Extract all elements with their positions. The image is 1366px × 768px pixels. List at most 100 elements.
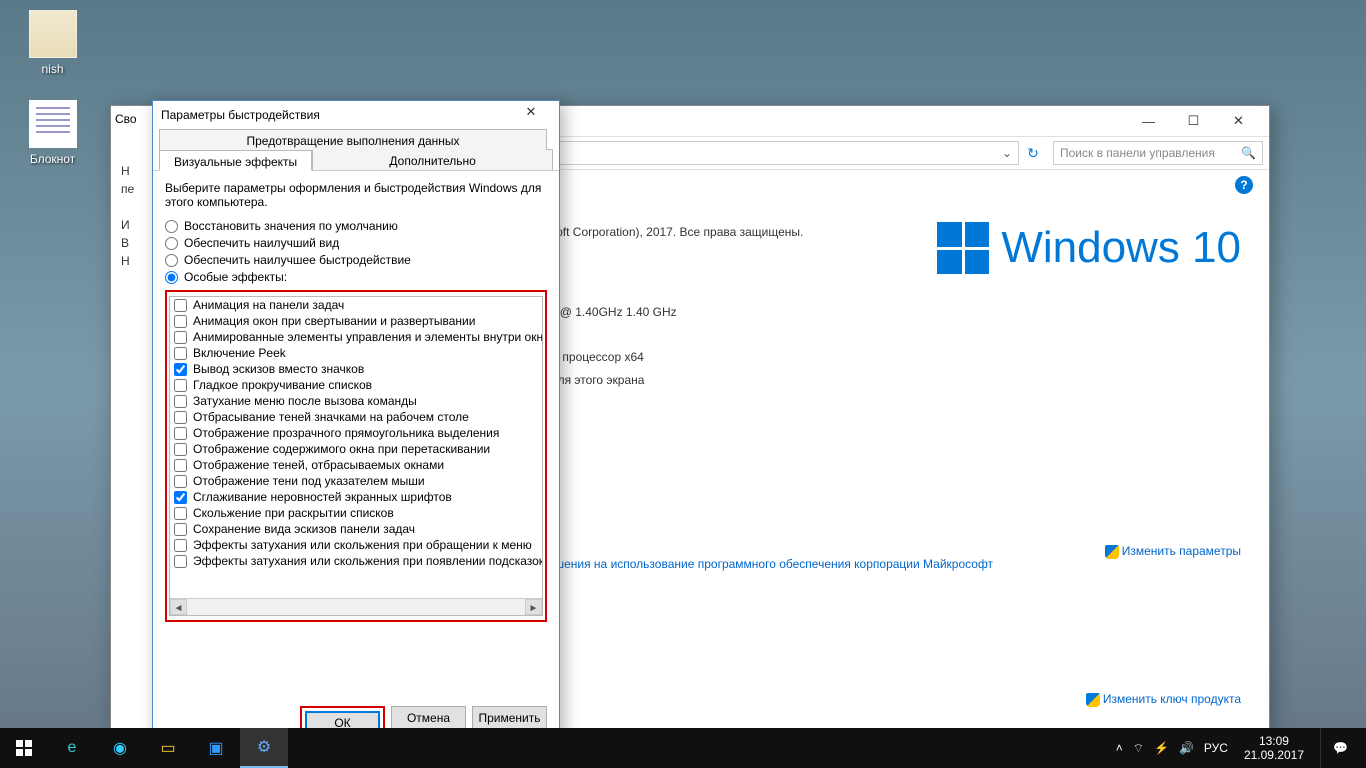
effect-label: Гладкое прокручивание списков bbox=[193, 378, 372, 392]
effect-item[interactable]: Анимация окон при свертывании и разверты… bbox=[170, 313, 542, 329]
desktop-icon-nish[interactable]: nish bbox=[15, 10, 90, 76]
taskbar-explorer[interactable]: ▭ bbox=[144, 728, 192, 768]
effect-item[interactable]: Отображение теней, отбрасываемых окнами bbox=[170, 457, 542, 473]
perf-radio-option[interactable]: Восстановить значения по умолчанию bbox=[165, 219, 547, 233]
perf-title: Параметры быстродействия bbox=[161, 108, 320, 122]
effect-label: Эффекты затухания или скольжения при обр… bbox=[193, 538, 532, 552]
tray-clock[interactable]: 13:09 21.09.2017 bbox=[1238, 734, 1310, 763]
effect-label: Отображение тени под указателем мыши bbox=[193, 474, 425, 488]
dropdown-icon[interactable]: ⌄ bbox=[1002, 146, 1012, 160]
effect-checkbox[interactable] bbox=[174, 299, 187, 312]
notepad-icon bbox=[29, 100, 77, 148]
perf-description: Выберите параметры оформления и быстроде… bbox=[165, 181, 547, 209]
help-icon[interactable]: ? bbox=[1235, 176, 1253, 194]
effect-checkbox[interactable] bbox=[174, 459, 187, 472]
effect-checkbox[interactable] bbox=[174, 539, 187, 552]
effect-item[interactable]: Затухание меню после вызова команды bbox=[170, 393, 542, 409]
tab-advanced[interactable]: Дополнительно bbox=[312, 149, 553, 170]
effect-item[interactable]: Анимация на панели задач bbox=[170, 297, 542, 313]
effect-checkbox[interactable] bbox=[174, 443, 187, 456]
taskbar-edge[interactable]: e bbox=[48, 728, 96, 768]
minimize-button[interactable]: — bbox=[1126, 107, 1171, 136]
desktop-icon-label: nish bbox=[15, 62, 90, 76]
tray-bluetooth-icon[interactable]: ⌔ bbox=[1133, 741, 1144, 756]
notifications-button[interactable]: 💬 bbox=[1320, 728, 1360, 768]
effect-checkbox[interactable] bbox=[174, 411, 187, 424]
scroll-left-icon[interactable]: ◄ bbox=[170, 599, 187, 615]
effect-checkbox[interactable] bbox=[174, 507, 187, 520]
tray-language[interactable]: РУС bbox=[1204, 741, 1228, 755]
effect-label: Эффекты затухания или скольжения при поя… bbox=[193, 554, 543, 568]
tray-date: 21.09.2017 bbox=[1244, 748, 1304, 762]
taskbar-app-2[interactable]: ▣ bbox=[192, 728, 240, 768]
effect-item[interactable]: Отбрасывание теней значками на рабочем с… bbox=[170, 409, 542, 425]
effect-checkbox[interactable] bbox=[174, 555, 187, 568]
change-settings-link[interactable]: Изменить параметры bbox=[1105, 544, 1241, 559]
effect-label: Анимированные элементы управления и элем… bbox=[193, 330, 543, 344]
effect-checkbox[interactable] bbox=[174, 475, 187, 488]
perf-titlebar[interactable]: Параметры быстродействия ✕ bbox=[153, 101, 559, 129]
effect-checkbox[interactable] bbox=[174, 379, 187, 392]
search-placeholder: Поиск в панели управления bbox=[1060, 146, 1215, 160]
effect-checkbox[interactable] bbox=[174, 363, 187, 376]
effect-checkbox[interactable] bbox=[174, 347, 187, 360]
effect-checkbox[interactable] bbox=[174, 427, 187, 440]
effect-checkbox[interactable] bbox=[174, 395, 187, 408]
tray-network-icon[interactable]: ⚡ bbox=[1154, 741, 1169, 755]
search-input[interactable]: Поиск в панели управления 🔍 bbox=[1053, 141, 1263, 165]
cancel-button[interactable]: Отмена bbox=[391, 706, 466, 729]
windows-logo: Windows 10 bbox=[937, 222, 1241, 274]
effect-item[interactable]: Гладкое прокручивание списков bbox=[170, 377, 542, 393]
effect-item[interactable]: Анимированные элементы управления и элем… bbox=[170, 329, 542, 345]
effect-item[interactable]: Эффекты затухания или скольжения при поя… bbox=[170, 553, 542, 569]
effect-checkbox[interactable] bbox=[174, 331, 187, 344]
effect-checkbox[interactable] bbox=[174, 491, 187, 504]
radio-label: Восстановить значения по умолчанию bbox=[184, 219, 398, 233]
scroll-right-icon[interactable]: ► bbox=[525, 599, 542, 615]
start-button[interactable] bbox=[0, 728, 48, 768]
effects-listbox[interactable]: Анимация на панели задачАнимация окон пр… bbox=[169, 296, 543, 616]
tab-dep[interactable]: Предотвращение выполнения данных bbox=[159, 129, 547, 150]
system-tray: ˄ ⌔ ⚡ 🔊 РУС 13:09 21.09.2017 💬 bbox=[1116, 728, 1366, 768]
perf-radio-option[interactable]: Обеспечить наилучший вид bbox=[165, 236, 547, 250]
horizontal-scrollbar[interactable]: ◄ ► bbox=[170, 598, 542, 615]
windows-brand-text: Windows 10 bbox=[1001, 223, 1241, 273]
shield-icon bbox=[1086, 693, 1100, 707]
close-button[interactable]: ✕ bbox=[511, 104, 551, 126]
effect-item[interactable]: Отображение прозрачного прямоугольника в… bbox=[170, 425, 542, 441]
maximize-button[interactable]: ☐ bbox=[1171, 107, 1216, 136]
taskbar-app-1[interactable]: ◉ bbox=[96, 728, 144, 768]
effect-item[interactable]: Вывод эскизов вместо значков bbox=[170, 361, 542, 377]
radio-label: Обеспечить наилучшее быстродействие bbox=[184, 253, 411, 267]
effect-item[interactable]: Эффекты затухания или скольжения при обр… bbox=[170, 537, 542, 553]
tray-chevron-icon[interactable]: ˄ bbox=[1116, 741, 1123, 755]
radio-input[interactable] bbox=[165, 254, 178, 267]
shield-icon bbox=[1105, 545, 1119, 559]
refresh-button[interactable]: ↻ bbox=[1019, 145, 1047, 162]
effect-item[interactable]: Отображение содержимого окна при перетас… bbox=[170, 441, 542, 457]
radio-input[interactable] bbox=[165, 220, 178, 233]
effect-item[interactable]: Отображение тени под указателем мыши bbox=[170, 473, 542, 489]
radio-input[interactable] bbox=[165, 271, 178, 284]
effect-label: Анимация на панели задач bbox=[193, 298, 344, 312]
effect-item[interactable]: Сохранение вида эскизов панели задач bbox=[170, 521, 542, 537]
effect-item[interactable]: Включение Peek bbox=[170, 345, 542, 361]
effects-listbox-highlight: Анимация на панели задачАнимация окон пр… bbox=[165, 290, 547, 622]
folder-icon bbox=[29, 10, 77, 58]
effect-label: Сохранение вида эскизов панели задач bbox=[193, 522, 415, 536]
effect-checkbox[interactable] bbox=[174, 523, 187, 536]
radio-input[interactable] bbox=[165, 237, 178, 250]
desktop-icon-notepad[interactable]: Блокнот bbox=[15, 100, 90, 166]
close-button[interactable]: ✕ bbox=[1216, 107, 1261, 136]
change-product-key-link[interactable]: Изменить ключ продукта bbox=[1086, 692, 1241, 707]
apply-button[interactable]: Применить bbox=[472, 706, 547, 729]
tab-visual-effects[interactable]: Визуальные эффекты bbox=[159, 150, 312, 171]
taskbar-system-properties[interactable]: ⚙ bbox=[240, 728, 288, 768]
effect-item[interactable]: Сглаживание неровностей экранных шрифтов bbox=[170, 489, 542, 505]
tray-volume-icon[interactable]: 🔊 bbox=[1179, 741, 1194, 755]
perf-radio-option[interactable]: Обеспечить наилучшее быстродействие bbox=[165, 253, 547, 267]
effect-item[interactable]: Скольжение при раскрытии списков bbox=[170, 505, 542, 521]
effect-checkbox[interactable] bbox=[174, 315, 187, 328]
perf-radio-option[interactable]: Особые эффекты: bbox=[165, 270, 547, 284]
performance-options-dialog: Параметры быстродействия ✕ Предотвращени… bbox=[152, 100, 560, 750]
